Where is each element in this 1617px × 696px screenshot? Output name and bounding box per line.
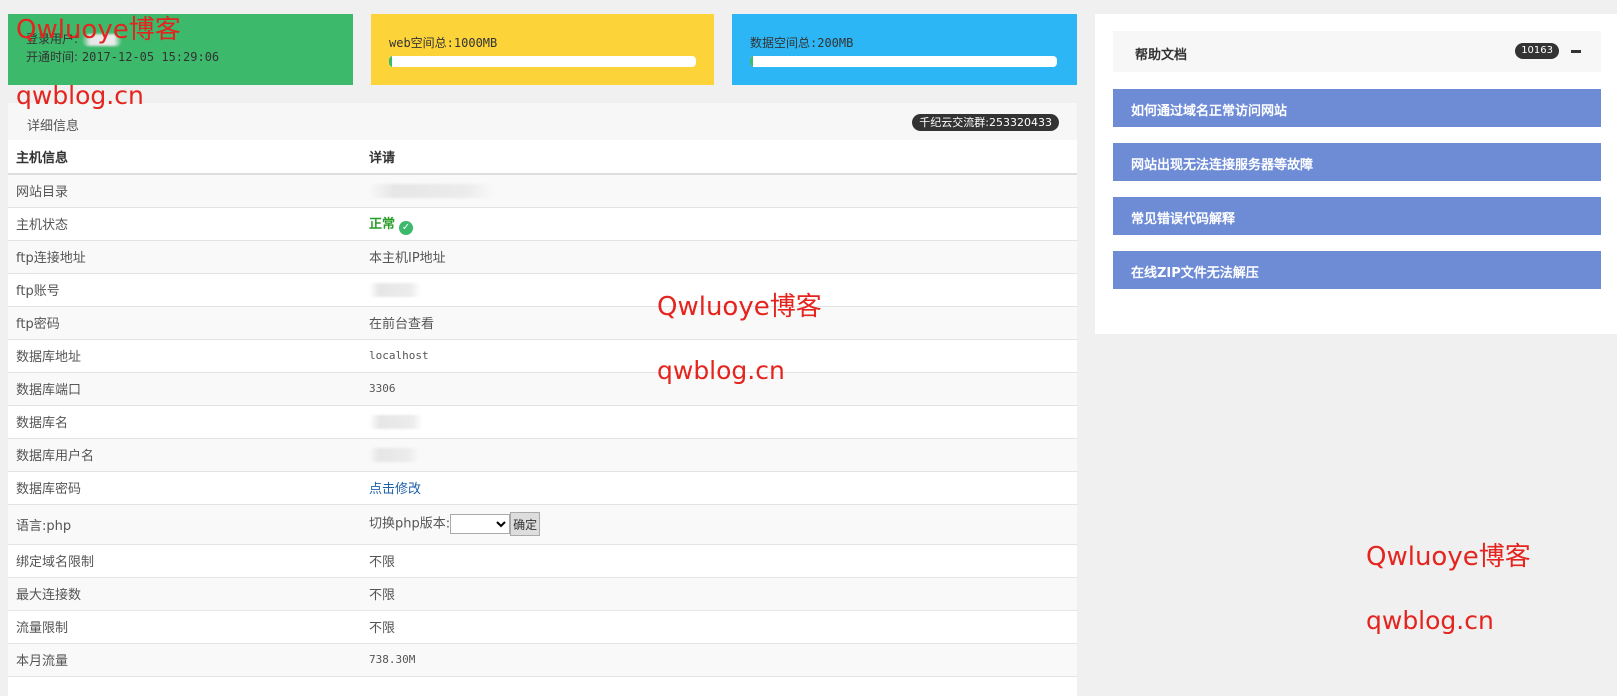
- row-label-site-dir: 网站目录: [8, 173, 361, 207]
- row-label-db-password: 数据库密码: [8, 470, 361, 504]
- check-circle-icon: ✓: [399, 220, 414, 235]
- row-label-language: 语言:php: [8, 503, 361, 544]
- header-details: 详请: [361, 140, 1077, 175]
- table-header-row: 主机信息 详请: [8, 140, 1077, 175]
- details-panel-title: 详细信息: [27, 119, 80, 134]
- row-label-db-name: 数据库名: [8, 404, 361, 438]
- ftp-account-redacted: [369, 282, 421, 297]
- confirm-button[interactable]: 确定: [510, 512, 541, 536]
- table-row: ftp密码 在前台查看: [8, 305, 1077, 339]
- row-label-monthly-traffic: 本月流量: [8, 642, 361, 676]
- help-item-error-codes[interactable]: 常见错误代码解释: [1113, 197, 1601, 235]
- help-docs-panel: 帮助文档 10163 如何通过域名正常访问网站 网站出现无法连接服务器等故障 常…: [1095, 14, 1617, 334]
- watermark-url: qwblog.cn: [1366, 606, 1494, 635]
- table-row: 最大连接数 不限: [8, 576, 1077, 610]
- help-item-zip-extract[interactable]: 在线ZIP文件无法解压: [1113, 251, 1601, 289]
- db-user-redacted: [369, 447, 419, 462]
- row-label-ftp-address: ftp连接地址: [8, 239, 361, 273]
- row-value-monthly-traffic: 738.30M: [361, 642, 1077, 676]
- watermark-url: qwblog.cn: [16, 81, 144, 110]
- table-row: ftp连接地址 本主机IP地址: [8, 239, 1077, 273]
- row-label-db-user: 数据库用户名: [8, 437, 361, 471]
- php-version-select[interactable]: [450, 514, 511, 534]
- flow-group-badge: 千纪云交流群:253320433: [912, 114, 1059, 131]
- db-name-redacted: [369, 414, 423, 429]
- row-value-max-connections: 不限: [361, 576, 1077, 610]
- watermark-url: qwblog.cn: [657, 356, 785, 385]
- help-docs-count-badge: 10163: [1515, 43, 1559, 59]
- header-host-info: 主机信息: [8, 140, 361, 175]
- row-value-site-dir: [361, 173, 1077, 207]
- help-item-domain-access[interactable]: 如何通过域名正常访问网站: [1113, 89, 1601, 127]
- table-row: 数据库地址 localhost: [8, 338, 1077, 372]
- db-space-progress-fill: [750, 56, 754, 67]
- web-space-progress-fill: [389, 56, 393, 67]
- watermark-text: Qwluoye博客: [657, 292, 822, 322]
- row-label-max-connections: 最大连接数: [8, 576, 361, 610]
- table-row: ftp账号: [8, 272, 1077, 306]
- row-value-db-user: [361, 437, 1077, 471]
- db-space-progress: [750, 56, 1057, 67]
- table-row: 数据库用户名: [8, 437, 1077, 471]
- web-space-progress: [389, 56, 696, 67]
- details-panel-header: 详细信息 千纪云交流群:253320433: [8, 103, 1077, 140]
- row-label-host-status: 主机状态: [8, 206, 361, 240]
- row-value-domain-limit: 不限: [361, 543, 1077, 577]
- opened-time-label: 开通时间:: [26, 50, 79, 64]
- web-space-card: web空间总:1000MB: [371, 14, 714, 85]
- row-label-ftp-account: ftp账号: [8, 272, 361, 306]
- web-space-label: web空间总:1000MB: [389, 36, 498, 50]
- row-value-host-status: 正常 ✓: [361, 206, 1077, 240]
- row-value-traffic-limit: 不限: [361, 609, 1077, 643]
- db-space-card: 数据空间总:200MB: [732, 14, 1077, 85]
- table-row: 流量限制 不限: [8, 609, 1077, 643]
- row-value-db-name: [361, 404, 1077, 438]
- table-row: 网站目录: [8, 173, 1077, 207]
- table-row: 数据库密码 点击修改: [8, 470, 1077, 504]
- host-info-table: 主机信息 详请 网站目录 主机状态 正常 ✓ ftp连接地址 本主机IP地址 ft…: [8, 140, 1077, 696]
- db-space-label: 数据空间总:200MB: [750, 36, 854, 50]
- change-db-password-link[interactable]: 点击修改: [369, 482, 421, 497]
- row-label-traffic-limit: 流量限制: [8, 609, 361, 643]
- help-docs-title: 帮助文档: [1135, 48, 1188, 63]
- row-value-ftp-address: 本主机IP地址: [361, 239, 1077, 273]
- row-label-db-address: 数据库地址: [8, 338, 361, 372]
- help-docs-header[interactable]: 帮助文档 10163: [1113, 31, 1601, 72]
- watermark-text: Qwluoye博客: [1366, 542, 1531, 572]
- row-label-ftp-password: ftp密码: [8, 305, 361, 339]
- minus-icon[interactable]: [1571, 50, 1581, 53]
- site-dir-redacted: [369, 183, 493, 198]
- watermark-text: Qwluoye博客: [16, 15, 181, 45]
- table-row: 主机状态 正常 ✓: [8, 206, 1077, 240]
- table-row: 数据库端口 3306: [8, 371, 1077, 405]
- opened-time-value: 2017-12-05 15:29:06: [81, 50, 220, 64]
- table-row: 数据库名: [8, 404, 1077, 438]
- host-status-text: 正常: [369, 216, 396, 232]
- help-item-server-connection[interactable]: 网站出现无法连接服务器等故障: [1113, 143, 1601, 181]
- row-label-domain-limit: 绑定域名限制: [8, 543, 361, 577]
- table-row: 语言:php 切换php版本: 确定: [8, 503, 1077, 544]
- table-row: 绑定域名限制 不限: [8, 543, 1077, 577]
- table-row: 本月流量 738.30M: [8, 642, 1077, 676]
- row-value-db-password: 点击修改: [361, 470, 1077, 504]
- row-value-language: 切换php版本: 确定: [361, 503, 1077, 544]
- table-row: [8, 675, 1077, 696]
- row-label-db-port: 数据库端口: [8, 371, 361, 405]
- switch-php-version-label: 切换php版本:: [369, 516, 451, 532]
- details-panel: 详细信息 千纪云交流群:253320433 主机信息 详请 网站目录 主机状态 …: [8, 103, 1077, 696]
